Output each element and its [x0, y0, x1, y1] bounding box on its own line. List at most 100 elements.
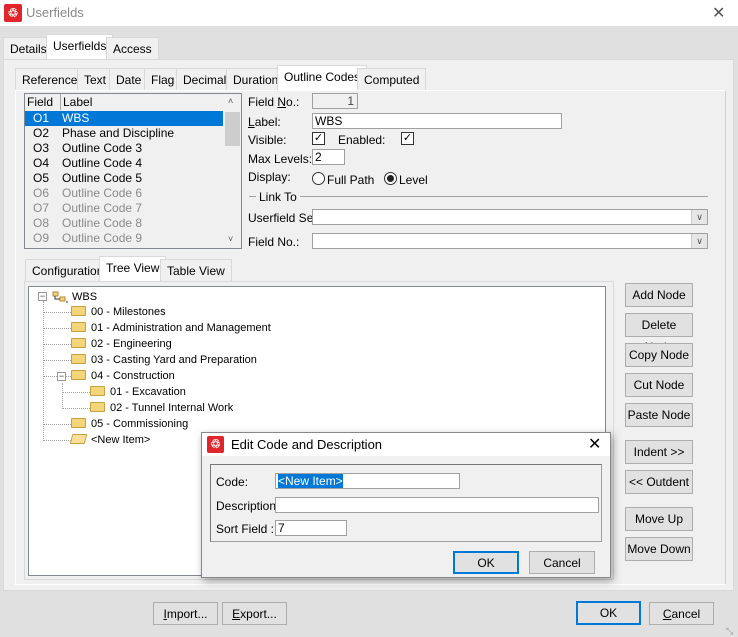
- column-header-label[interactable]: Label: [61, 94, 225, 110]
- close-icon[interactable]: ✕: [712, 3, 725, 23]
- list-item[interactable]: O6 Outline Code 6: [25, 186, 223, 201]
- tab-userfields[interactable]: Userfields: [46, 34, 114, 59]
- list-item[interactable]: O5 Outline Code 5: [25, 171, 223, 186]
- resize-grip-icon[interactable]: ⤡: [726, 626, 733, 637]
- tree-line: [43, 344, 71, 345]
- chevron-down-icon[interactable]: ∨: [691, 210, 707, 224]
- tree-node[interactable]: 03 - Casting Yard and Preparation: [71, 352, 257, 368]
- hierarchy-icon: [52, 291, 68, 303]
- sort-field-input[interactable]: 7: [275, 520, 347, 536]
- copy-node-button[interactable]: Copy Node: [625, 343, 693, 367]
- tree-node[interactable]: 02 - Engineering: [71, 336, 172, 352]
- code-input-value: <New Item>: [278, 474, 343, 488]
- list-item[interactable]: O7 Outline Code 7: [25, 201, 223, 216]
- tree-node[interactable]: 01 - Administration and Management: [71, 320, 271, 336]
- field-label: Outline Code 4: [62, 156, 143, 170]
- delete-node-button[interactable]: Delete Node: [625, 313, 693, 354]
- close-icon[interactable]: ✕: [588, 434, 601, 454]
- tab-reference[interactable]: Reference: [15, 68, 85, 90]
- outdent-button[interactable]: << Outdent: [625, 470, 693, 494]
- chevron-down-icon[interactable]: ∨: [691, 234, 707, 248]
- folder-icon: [71, 354, 86, 365]
- scroll-down-icon[interactable]: ˅: [228, 234, 233, 244]
- paste-node-button[interactable]: Paste Node: [625, 403, 693, 427]
- folder-icon: [71, 322, 86, 333]
- scroll-thumb[interactable]: [225, 112, 240, 146]
- tab-table-view[interactable]: Table View: [160, 259, 232, 281]
- list-item[interactable]: O9 Outline Code 9: [25, 231, 223, 246]
- description-label: Description:: [216, 499, 280, 513]
- cancel-button[interactable]: Cancel: [649, 602, 714, 625]
- folder-icon: [90, 402, 105, 413]
- tree-node[interactable]: 00 - Milestones: [71, 304, 166, 320]
- tree-node-label: 04 - Construction: [91, 370, 175, 382]
- max-levels-input[interactable]: 2: [312, 149, 345, 165]
- list-item[interactable]: O4 Outline Code 4: [25, 156, 223, 171]
- tab-tree-view[interactable]: Tree View: [99, 256, 167, 281]
- list-item[interactable]: O2 Phase and Discipline: [25, 126, 223, 141]
- move-down-button[interactable]: Move Down: [625, 537, 693, 561]
- tree-line: [43, 328, 71, 329]
- tab-decimal[interactable]: Decimal: [176, 68, 234, 90]
- userfield-set-dropdown[interactable]: ∨: [312, 209, 708, 225]
- tree-node-label: 02 - Engineering: [91, 338, 172, 350]
- tab-text[interactable]: Text: [77, 68, 114, 90]
- app-logo-icon: ♲: [207, 436, 224, 453]
- tree-line: [62, 383, 63, 409]
- tree-node-label: 00 - Milestones: [91, 306, 166, 318]
- description-input[interactable]: [275, 497, 599, 513]
- tree-node[interactable]: 01 - Excavation: [90, 384, 186, 400]
- tree-line: [62, 408, 90, 409]
- list-item[interactable]: O1 WBS: [25, 111, 223, 126]
- field-no-input[interactable]: 1: [312, 93, 358, 109]
- display-label: Display:: [248, 170, 291, 184]
- export-button[interactable]: Export...: [222, 602, 287, 625]
- import-button[interactable]: Import...: [153, 602, 218, 625]
- enabled-label: Enabled:: [338, 133, 386, 147]
- title-bar: ♲ Userfields ✕: [0, 0, 738, 26]
- folder-open-icon: [69, 434, 88, 445]
- ok-button[interactable]: OK: [576, 601, 641, 625]
- collapse-icon[interactable]: −: [38, 292, 47, 301]
- field-list[interactable]: Field Label O1 WBS O2 Phase and Discipline…: [24, 93, 242, 249]
- list-scrollbar[interactable]: ˄ ˅: [224, 94, 241, 248]
- tab-outline-codes[interactable]: Outline Codes: [277, 65, 368, 90]
- tree-root-label: WBS: [72, 291, 98, 303]
- tab-computed[interactable]: Computed: [357, 68, 427, 90]
- field-no-label: Field No.:: [248, 95, 300, 109]
- tree-node[interactable]: 04 - Construction: [71, 368, 175, 384]
- folder-icon: [71, 338, 86, 349]
- code-input[interactable]: <New Item>: [275, 473, 460, 489]
- enabled-checkbox[interactable]: ✓: [401, 132, 414, 145]
- dialog-cancel-button[interactable]: Cancel: [529, 551, 595, 574]
- folder-icon: [90, 386, 105, 397]
- cut-node-button[interactable]: Cut Node: [625, 373, 693, 397]
- collapse-icon[interactable]: −: [57, 372, 66, 381]
- tab-access[interactable]: Access: [106, 37, 159, 59]
- dialog-ok-button[interactable]: OK: [453, 551, 519, 574]
- display-full-path-radio[interactable]: [312, 172, 325, 185]
- dialog-title-bar: ♲ Edit Code and Description ✕: [202, 433, 610, 456]
- tree-root[interactable]: WBS: [52, 289, 97, 305]
- tab-date[interactable]: Date: [109, 68, 149, 90]
- scroll-up-icon[interactable]: ˄: [228, 96, 233, 106]
- tree-node[interactable]: <New Item>: [69, 432, 150, 448]
- indent-button[interactable]: Indent >>: [625, 440, 693, 464]
- link-to-divider: [249, 196, 708, 197]
- tree-node-label: 02 - Tunnel Internal Work: [110, 402, 234, 414]
- move-up-button[interactable]: Move Up: [625, 507, 693, 531]
- tree-node[interactable]: 02 - Tunnel Internal Work: [90, 400, 233, 416]
- column-header-field[interactable]: Field: [25, 94, 61, 110]
- list-item[interactable]: O3 Outline Code 3: [25, 141, 223, 156]
- userfield-set-label: Userfield Set:: [248, 211, 321, 225]
- add-node-button[interactable]: Add Node: [625, 283, 693, 307]
- link-field-no-dropdown[interactable]: ∨: [312, 233, 708, 249]
- display-level-radio[interactable]: [384, 172, 397, 185]
- label-input[interactable]: WBS: [312, 113, 562, 129]
- tree-node[interactable]: 05 - Commissioning: [71, 416, 188, 432]
- visible-checkbox[interactable]: ✓: [312, 132, 325, 145]
- list-item[interactable]: O8 Outline Code 8: [25, 216, 223, 231]
- tree-node-label: 01 - Excavation: [110, 386, 186, 398]
- tab-configuration[interactable]: Configuration: [25, 259, 111, 281]
- field-code: O3: [33, 141, 50, 155]
